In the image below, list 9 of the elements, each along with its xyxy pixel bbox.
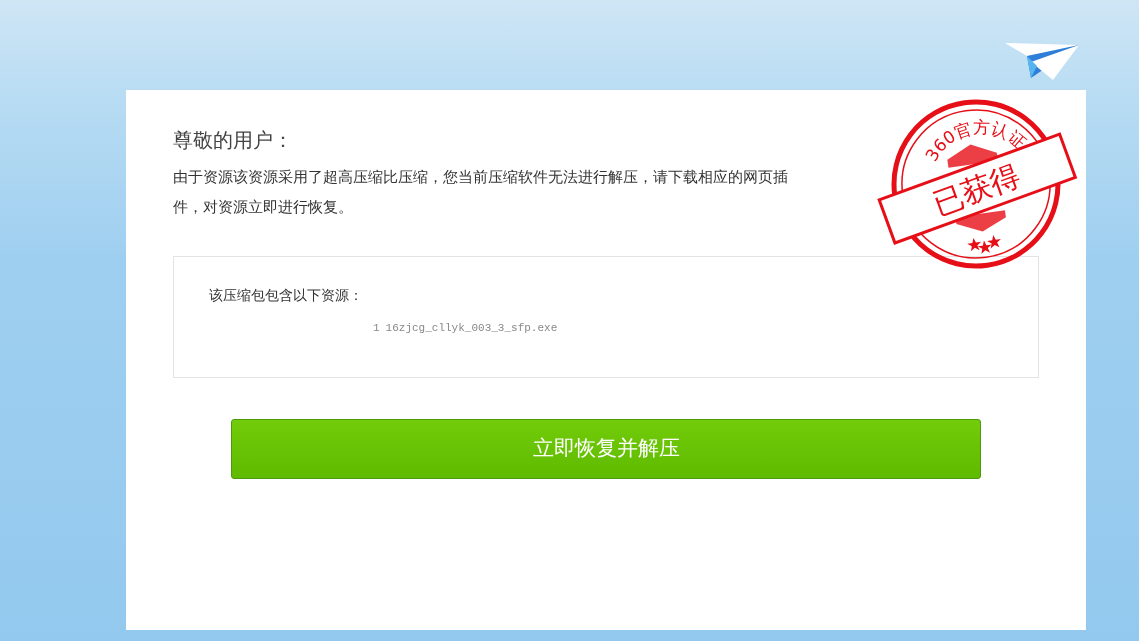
stamp-banner-text: 已获得 (928, 157, 1025, 222)
paper-plane-icon (1005, 40, 1079, 80)
restore-and-extract-button[interactable]: 立即恢复并解压 (231, 419, 981, 479)
message-text: 由于资源该资源采用了超高压缩比压缩，您当前压缩软件无法进行解压，请下载相应的网页插件，对资源立即进行恢复。 (173, 167, 789, 218)
file-index: 1 (373, 321, 380, 336)
file-name: 16zjcg_cllyk_003_3_sfp.exe (385, 321, 558, 336)
greeting-heading: 尊敬的用户： (173, 127, 293, 154)
archive-heading: 该压缩包包含以下资源： (209, 286, 364, 305)
stars-icon (967, 235, 1001, 254)
